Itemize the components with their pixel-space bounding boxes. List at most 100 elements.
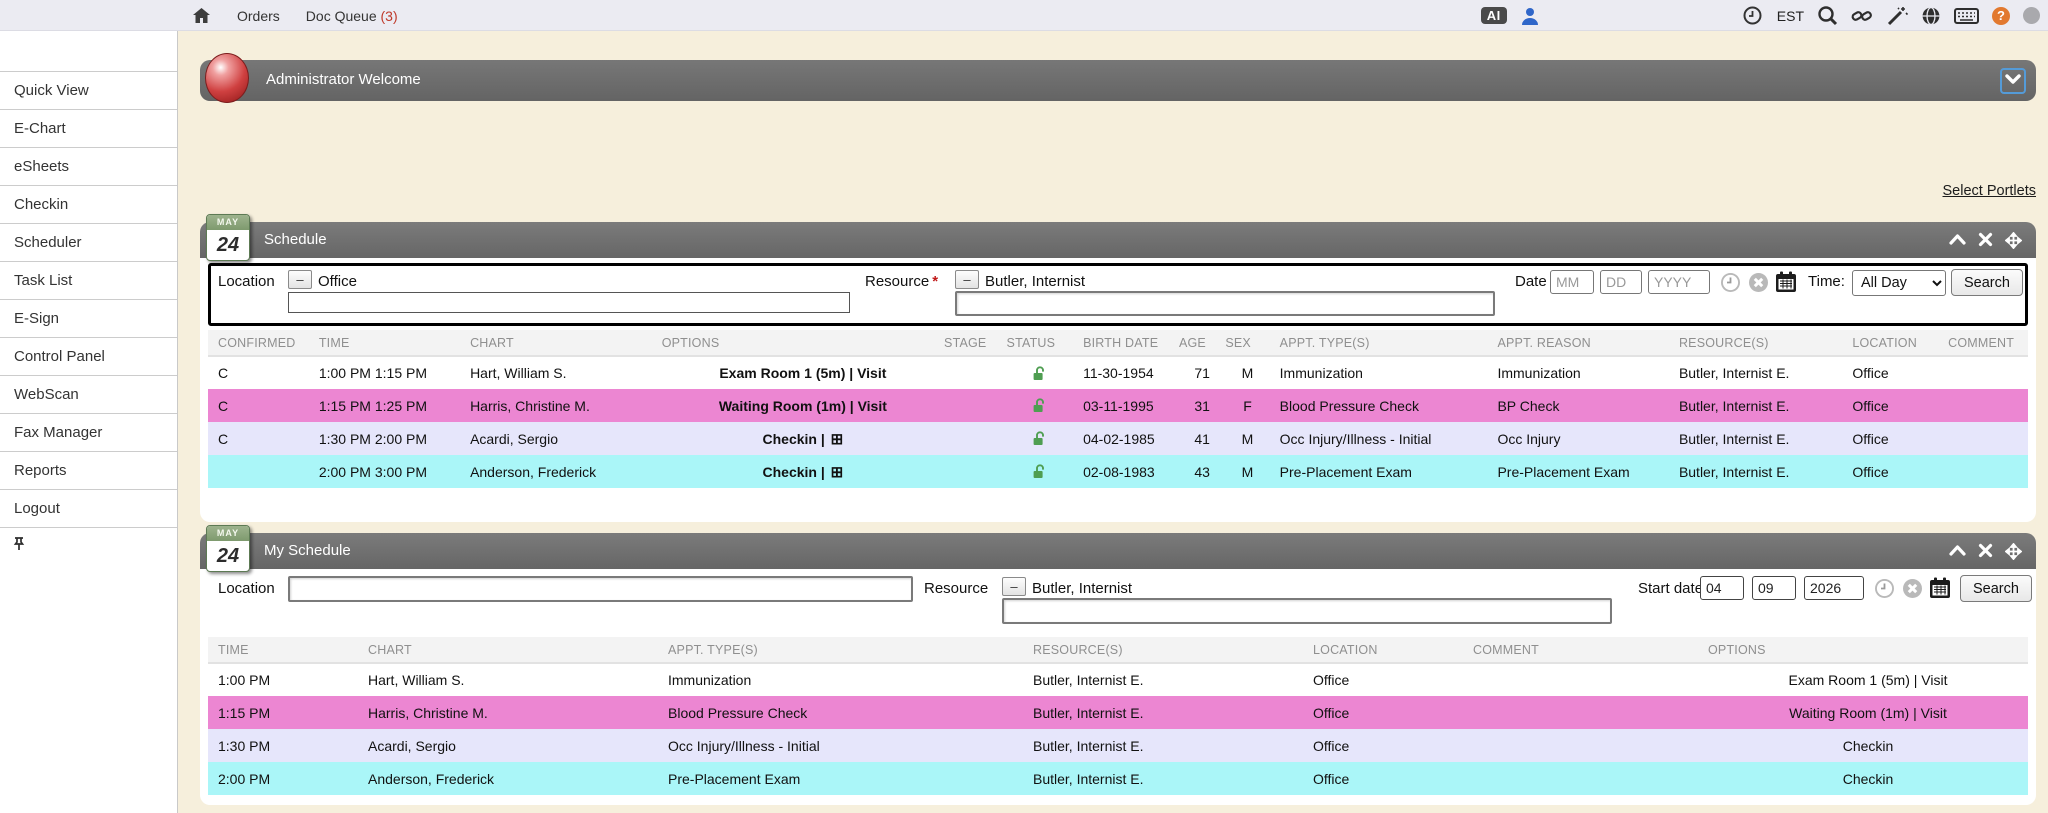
clock-icon[interactable] (1743, 6, 1762, 25)
chart-link[interactable]: Harris, Christine M. (460, 389, 662, 422)
schedule-portlet-body: Location – Office Resource* – Butler, In… (200, 258, 2036, 522)
status-cell[interactable] (1007, 455, 1074, 488)
chart-link[interactable]: Acardi, Sergio (358, 729, 658, 762)
resource-input[interactable] (955, 291, 1495, 316)
link-icon[interactable] (1851, 6, 1873, 26)
keyboard-icon[interactable] (1954, 7, 1979, 25)
status-cell[interactable] (1007, 389, 1074, 422)
resource-label: Resource (924, 580, 988, 597)
options-links[interactable]: Exam Room 1 (5m) | Visit (662, 356, 944, 389)
welcome-collapse-button[interactable] (2000, 68, 2026, 94)
collapse-icon[interactable] (1949, 543, 1966, 565)
sidebar-item-control-panel[interactable]: Control Panel (0, 338, 177, 376)
chart-link[interactable]: Hart, William S. (460, 356, 662, 389)
options-links[interactable]: Waiting Room (1m) | Visit (1708, 696, 2028, 729)
wand-icon[interactable] (1886, 5, 1908, 26)
appointment-row[interactable]: C 1:30 PM 2:00 PM Acardi, Sergio Checkin… (208, 422, 2028, 455)
location-input[interactable] (288, 576, 913, 602)
time-select[interactable]: All Day (1852, 270, 1946, 296)
chart-link[interactable]: Harris, Christine M. (358, 696, 658, 729)
my-schedule-portlet-header: MAY 24 My Schedule (200, 533, 2036, 569)
sidebar-item-webscan[interactable]: WebScan (0, 376, 177, 414)
options-links[interactable]: Waiting Room (1m) | Visit (662, 389, 944, 422)
date-month-input[interactable] (1550, 270, 1594, 294)
options-links[interactable]: Checkin | ⊞ (662, 455, 944, 488)
chart-link[interactable]: Hart, William S. (358, 663, 658, 696)
status-cell[interactable] (1007, 356, 1074, 389)
chart-link[interactable]: Anderson, Frederick (358, 762, 658, 795)
status-circle-icon[interactable] (2023, 7, 2040, 24)
unlocked-icon (1031, 365, 1048, 382)
resource-label: Resource* (865, 273, 938, 290)
date-label: Date (1515, 273, 1547, 290)
user-icon[interactable] (1520, 6, 1540, 26)
unlocked-icon (1031, 430, 1048, 447)
sidebar-item-quick-view[interactable]: Quick View (0, 72, 177, 110)
appointment-row[interactable]: 1:30 PM Acardi, Sergio Occ Injury/Illnes… (208, 729, 2028, 762)
my-schedule-table: TIME CHART APPT. TYPE(S) RESOURCE(S) LOC… (208, 637, 2028, 795)
start-date-year-input[interactable] (1804, 576, 1864, 600)
options-links[interactable]: Checkin | ⊞ (662, 422, 944, 455)
location-collapse-button[interactable]: – (288, 270, 312, 289)
start-date-label: Start date (1638, 580, 1703, 597)
resource-input[interactable] (1002, 598, 1612, 624)
calendar-picker-icon[interactable] (1774, 270, 1798, 299)
sidebar-item-fax-manager[interactable]: Fax Manager (0, 414, 177, 452)
appointment-row[interactable]: C 1:15 PM 1:25 PM Harris, Christine M. W… (208, 389, 2028, 422)
status-cell[interactable] (1007, 422, 1074, 455)
calendar-picker-icon[interactable] (1928, 576, 1952, 605)
move-icon[interactable] (2005, 543, 2022, 565)
sidebar-pin-toggle[interactable] (0, 528, 177, 564)
start-date-day-input[interactable] (1752, 576, 1796, 600)
sidebar-item-task-list[interactable]: Task List (0, 262, 177, 300)
resource-collapse-button[interactable]: – (1002, 577, 1026, 596)
appointment-row[interactable]: 1:15 PM Harris, Christine M. Blood Press… (208, 696, 2028, 729)
location-input[interactable] (288, 292, 850, 313)
clear-date-icon[interactable] (1748, 272, 1769, 298)
nav-doc-queue[interactable]: Doc Queue (3) (306, 8, 398, 24)
options-links[interactable]: Checkin (1708, 762, 2028, 795)
calendar-badge-icon: MAY 24 (206, 214, 250, 261)
move-icon[interactable] (2005, 232, 2022, 254)
date-year-input[interactable] (1648, 270, 1710, 294)
sidebar-item-e-chart[interactable]: E-Chart (0, 110, 177, 148)
start-date-month-input[interactable] (1700, 576, 1744, 600)
globe-icon[interactable] (1921, 6, 1941, 26)
my-schedule-search-button[interactable]: Search (1960, 575, 2032, 602)
resource-value: Butler, Internist (1032, 580, 1132, 597)
time-picker-icon[interactable] (1874, 578, 1895, 604)
chart-link[interactable]: Acardi, Sergio (460, 422, 662, 455)
date-day-input[interactable] (1600, 270, 1642, 294)
sidebar-item-reports[interactable]: Reports (0, 452, 177, 490)
search-icon[interactable] (1817, 5, 1838, 26)
clear-date-icon[interactable] (1902, 578, 1923, 604)
ai-badge[interactable]: AI (1481, 7, 1507, 24)
sidebar-item-logout[interactable]: Logout (0, 490, 177, 528)
appointment-row[interactable]: 1:00 PM Hart, William S. Immunization Bu… (208, 663, 2028, 696)
close-icon[interactable] (1978, 543, 1993, 565)
close-icon[interactable] (1978, 232, 1993, 254)
time-picker-icon[interactable] (1720, 272, 1741, 298)
chart-link[interactable]: Anderson, Frederick (460, 455, 662, 488)
appointment-row[interactable]: 2:00 PM Anderson, Frederick Pre-Placemen… (208, 762, 2028, 795)
resource-collapse-button[interactable]: – (955, 270, 979, 289)
options-links[interactable]: Exam Room 1 (5m) | Visit (1708, 663, 2028, 696)
nav-orders[interactable]: Orders (237, 8, 280, 24)
sidebar-item-scheduler[interactable]: Scheduler (0, 224, 177, 262)
expand-plus-icon[interactable]: ⊞ (831, 464, 844, 481)
appointment-row[interactable]: C 1:00 PM 1:15 PM Hart, William S. Exam … (208, 356, 2028, 389)
schedule-portlet: MAY 24 Schedule Location – Office Resour… (200, 222, 2036, 522)
sidebar-item-esheets[interactable]: eSheets (0, 148, 177, 186)
appointment-row[interactable]: 2:00 PM 3:00 PM Anderson, Frederick Chec… (208, 455, 2028, 488)
collapse-icon[interactable] (1949, 232, 1966, 254)
expand-plus-icon[interactable]: ⊞ (831, 431, 844, 448)
schedule-search-button[interactable]: Search (1951, 269, 2023, 296)
time-label: Time: (1808, 273, 1845, 290)
calendar-badge-icon: MAY 24 (206, 525, 250, 572)
sidebar-item-e-sign[interactable]: E-Sign (0, 300, 177, 338)
options-links[interactable]: Checkin (1708, 729, 2028, 762)
home-icon[interactable] (192, 7, 211, 25)
select-portlets-link[interactable]: Select Portlets (1943, 183, 2037, 199)
help-icon[interactable]: ? (1992, 7, 2010, 25)
sidebar-item-checkin[interactable]: Checkin (0, 186, 177, 224)
